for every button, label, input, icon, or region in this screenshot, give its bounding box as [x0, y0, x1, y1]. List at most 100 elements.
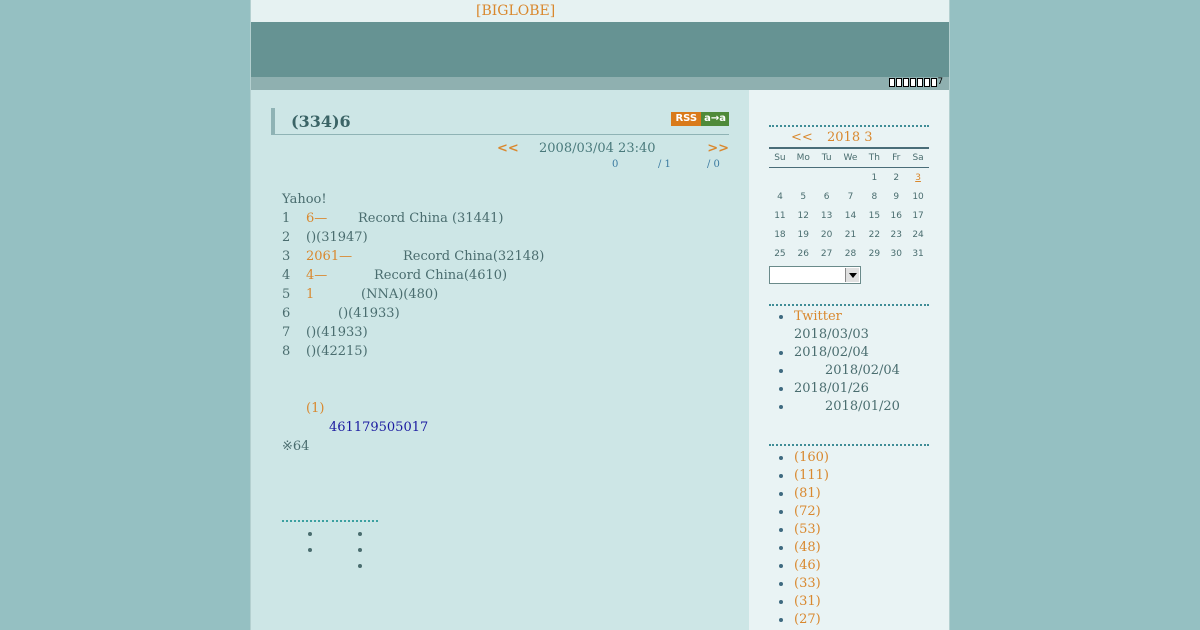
bullet-icon	[779, 351, 783, 355]
calendar-day-link[interactable]: 3	[907, 168, 929, 188]
antenna-icon: a→a	[701, 112, 729, 126]
bullet-icon	[779, 369, 783, 373]
category-link[interactable]: (33)	[794, 576, 821, 591]
bullet-icon	[779, 456, 783, 460]
entry-intro: Yahoo!	[282, 192, 327, 207]
bullet-icon	[779, 510, 783, 514]
calendar-section: << 2018 3 Su Mo Tu We Th Fr Sa 123 4 5 6 7 8 9 10 11…	[769, 125, 929, 284]
bullet-icon	[779, 315, 783, 319]
recent-entry-link[interactable]: 2018/02/04	[794, 345, 869, 360]
category-link[interactable]: (160)	[794, 450, 829, 465]
list-item: 2018/01/26	[769, 381, 929, 399]
list-item: 1 6— Record China (31441)	[282, 209, 504, 228]
list-item: 7 ()(41933)	[282, 325, 368, 340]
category-link[interactable]: (81)	[794, 486, 821, 501]
list-item: 5 1 (NNA)(480)	[282, 285, 439, 304]
entry-body: Yahoo! 1 6— Record China (31441) 2 ()(31…	[282, 190, 712, 456]
counter-bar: 7	[251, 77, 949, 90]
blog-banner	[251, 22, 949, 77]
category-link[interactable]: (53)	[794, 522, 821, 537]
item-link[interactable]: 4—	[306, 266, 327, 285]
category-link[interactable]: (48)	[794, 540, 821, 555]
recent-entry-link[interactable]: 2018/01/26	[794, 381, 869, 396]
comment-link[interactable]: (1)	[306, 399, 324, 418]
footer-rule	[332, 520, 378, 522]
list-item: (31)	[769, 594, 929, 612]
footer-rule	[282, 520, 328, 522]
item-link[interactable]: 2061—	[306, 247, 352, 266]
entry-navigation: << 2008/03/04 23:40 >>	[271, 141, 729, 157]
calendar-title: 2018 3	[827, 130, 873, 145]
footer-bullet	[358, 564, 362, 568]
list-item: 8 ()(42215)	[282, 344, 368, 359]
bullet-icon	[779, 600, 783, 604]
biglobe-link[interactable]: [BIGLOBE]	[476, 3, 555, 19]
comment-count[interactable]: 0	[612, 159, 618, 170]
footer-bullet	[358, 548, 362, 552]
category-link[interactable]: (72)	[794, 504, 821, 519]
footer-bullet	[308, 548, 312, 552]
calendar-header: << 2018 3	[769, 130, 929, 146]
sidebar: << 2018 3 Su Mo Tu We Th Fr Sa 123 4 5 6 7 8 9 10 11…	[749, 90, 949, 630]
item-link[interactable]: 6—	[306, 209, 327, 228]
category-link[interactable]: (46)	[794, 558, 821, 573]
list-item: 2018/01/20	[769, 399, 929, 417]
category-link[interactable]: (27)	[794, 612, 821, 627]
access-counter: 7	[888, 78, 943, 88]
chevron-down-icon	[845, 268, 859, 282]
previous-entry-link[interactable]: <<	[497, 141, 519, 156]
recent-entries-list: Twitter 2018/03/03 2018/02/04 2018/02/04…	[769, 309, 929, 417]
main-column: (334)6 RSS a→a << 2008/03/04 23:40 >> 0 …	[271, 108, 729, 173]
list-item: 6 ()(41933)	[282, 306, 400, 321]
rss-icon: RSS	[671, 112, 702, 126]
bullet-icon	[779, 387, 783, 391]
list-item: Twitter	[769, 309, 929, 327]
recent-entry-link[interactable]: Twitter	[794, 309, 842, 324]
page-wrapper: [BIGLOBE] 7 (334)6 RSS a→a << 2008/03/04…	[250, 0, 950, 630]
item-link[interactable]: 1	[306, 285, 314, 304]
footer-bullet	[358, 532, 362, 536]
top-bar: [BIGLOBE]	[251, 0, 949, 22]
entry-stats: 0 / 1 / 0	[271, 159, 729, 173]
entry-header: (334)6 RSS a→a	[271, 108, 729, 135]
list-item: (72)	[769, 504, 929, 522]
category-link[interactable]: (111)	[794, 468, 829, 483]
categories-section: (160) (111) (81) (72) (53) (48) (46) (33…	[769, 444, 929, 630]
entry-title: (334)6	[291, 112, 351, 131]
list-item: (111)	[769, 468, 929, 486]
recent-entry-link[interactable]: 2018/01/20	[825, 399, 900, 414]
list-item: 2018/02/04	[769, 345, 929, 363]
calendar-prev-link[interactable]: <<	[791, 130, 813, 145]
vote-count[interactable]: / 0	[707, 159, 720, 170]
rss-badge[interactable]: RSS a→a	[671, 112, 729, 126]
categories-list: (160) (111) (81) (72) (53) (48) (46) (33…	[769, 450, 929, 630]
bullet-icon	[779, 474, 783, 478]
trackback-count[interactable]: / 1	[658, 159, 671, 170]
bullet-icon	[779, 618, 783, 622]
list-item: 4 4— Record China(4610)	[282, 266, 508, 285]
list-item: (27)	[769, 612, 929, 630]
list-item: (48)	[769, 540, 929, 558]
phone-number: 461179505017	[329, 420, 429, 435]
list-item: 3 2061— Record China(32148)	[282, 247, 545, 266]
section-rule	[769, 304, 929, 306]
list-item: (53)	[769, 522, 929, 540]
bullet-icon	[779, 564, 783, 568]
list-item: 2 ()(31947)	[282, 230, 368, 245]
bullet-icon	[779, 582, 783, 586]
entry-date: 2008/03/04 23:40	[539, 141, 656, 156]
recent-entry-link[interactable]: 2018/02/04	[825, 363, 900, 378]
entry-note: ※64	[282, 439, 310, 454]
bullet-icon	[779, 546, 783, 550]
list-item: 2018/02/04	[769, 363, 929, 381]
calendar-table: Su Mo Tu We Th Fr Sa 123 4 5 6 7 8 9 10 11 12 13 14 15 16…	[769, 147, 929, 263]
category-link[interactable]: (31)	[794, 594, 821, 609]
recent-entries-section: Twitter 2018/03/03 2018/02/04 2018/02/04…	[769, 304, 929, 417]
section-rule	[769, 444, 929, 446]
bullet-icon	[779, 405, 783, 409]
bullet-icon	[779, 492, 783, 496]
list-item: (46)	[769, 558, 929, 576]
month-select[interactable]	[769, 266, 861, 284]
list-item: (33)	[769, 576, 929, 594]
next-entry-link[interactable]: >>	[707, 141, 729, 156]
